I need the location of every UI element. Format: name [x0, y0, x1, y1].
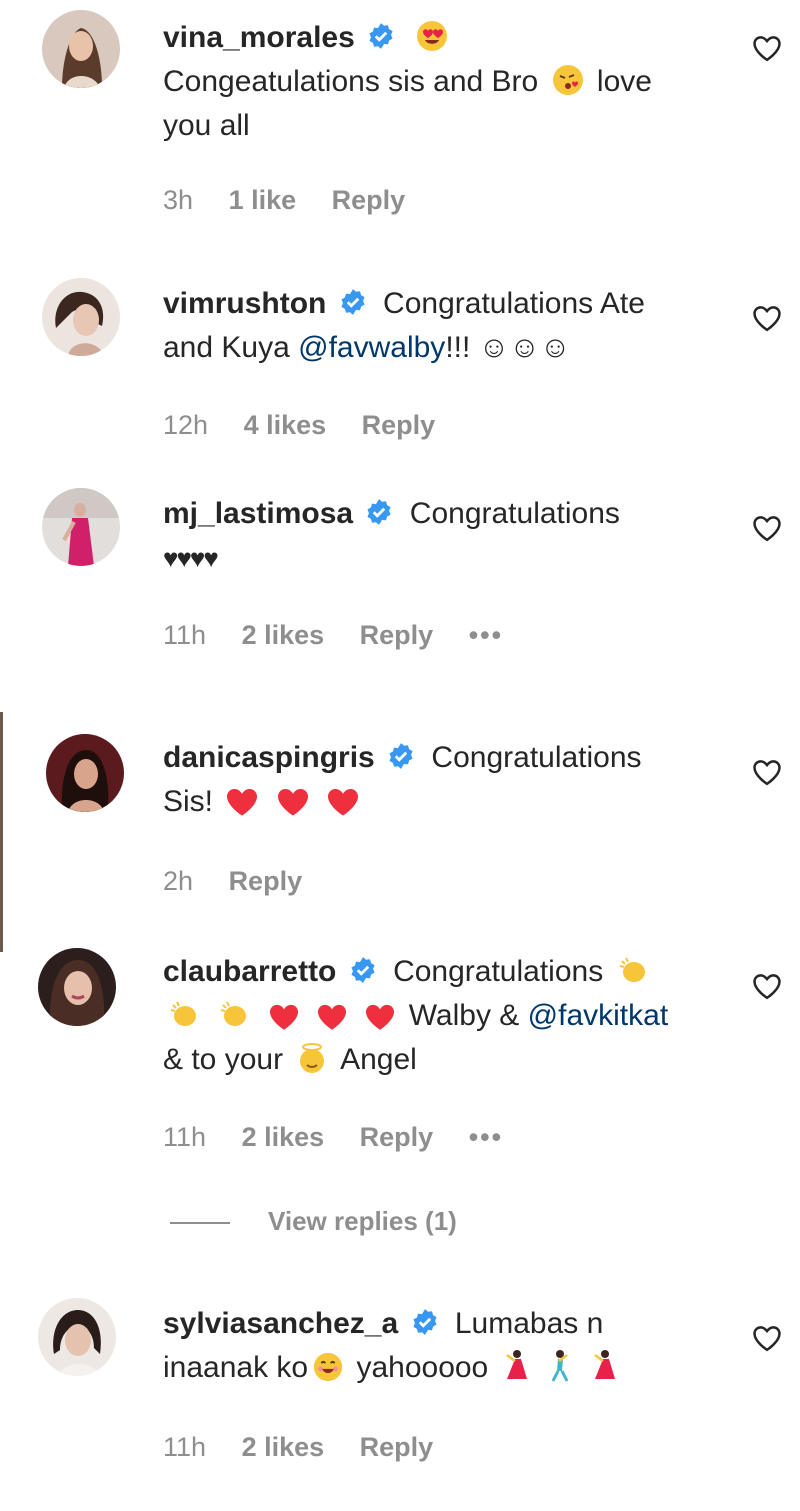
username[interactable]: vina_morales — [163, 21, 355, 54]
comment-text: Sis! — [163, 785, 214, 818]
black-hearts-text: ♥♥♥♥ — [163, 543, 219, 573]
clapping-hands-emoji-icon — [616, 953, 650, 987]
view-replies-label[interactable]: View replies (1) — [268, 1206, 457, 1236]
verified-badge-icon — [351, 957, 375, 983]
like-heart-icon[interactable] — [752, 304, 782, 332]
comment-text: inaanak ko — [163, 1351, 309, 1384]
comment-time[interactable]: 2h — [163, 866, 193, 896]
like-heart-icon[interactable] — [752, 972, 782, 1000]
username[interactable]: sylviasanchez_a — [163, 1307, 398, 1340]
username[interactable]: mj_lastimosa — [163, 497, 353, 530]
likes-count[interactable]: 2 likes — [242, 1432, 325, 1462]
comment-time[interactable]: 11h — [163, 1122, 206, 1152]
comment-text: Lumabas n — [454, 1307, 604, 1340]
mention-link[interactable]: @favkitkat — [528, 999, 669, 1032]
reply-button[interactable]: Reply — [362, 410, 436, 440]
verified-badge-icon — [389, 743, 413, 769]
verified-badge-icon — [412, 1309, 437, 1335]
comment-text: love — [596, 65, 652, 98]
like-heart-icon[interactable] — [752, 34, 782, 62]
comment-time[interactable]: 11h — [163, 1432, 206, 1462]
dancing-woman-emoji-icon — [501, 1349, 531, 1383]
comment-time[interactable]: 12h — [163, 410, 208, 440]
reply-button[interactable]: Reply — [360, 1432, 434, 1462]
avatar[interactable] — [38, 948, 116, 1026]
mention-link[interactable]: @favwalby — [298, 331, 445, 364]
view-replies-button[interactable]: View replies (1) — [170, 1206, 457, 1237]
view-replies-divider — [170, 1222, 230, 1225]
comment-text: !!! ☺☺☺ — [445, 331, 571, 364]
avatar[interactable] — [38, 1298, 116, 1376]
clapping-hands-emoji-icon — [217, 997, 251, 1031]
clapping-hands-emoji-icon — [167, 997, 201, 1031]
heart-eyes-emoji-icon — [415, 19, 449, 53]
comment-text: Congeatulations sis and Bro — [163, 65, 539, 98]
comment-time[interactable]: 11h — [163, 620, 206, 650]
likes-count[interactable]: 1 like — [229, 185, 297, 215]
reply-button[interactable]: Reply — [360, 620, 434, 650]
red-heart-emoji-icon — [276, 787, 310, 817]
reply-button[interactable]: Reply — [360, 1122, 434, 1152]
username[interactable]: claubarretto — [163, 955, 336, 988]
verified-badge-icon — [369, 23, 393, 49]
red-heart-emoji-icon — [326, 787, 360, 817]
dancing-man-emoji-icon — [547, 1349, 573, 1383]
username[interactable]: danicaspingris — [163, 741, 375, 774]
comment-text: yahooooo — [356, 1351, 489, 1384]
avatar[interactable] — [42, 278, 120, 356]
like-heart-icon[interactable] — [752, 514, 782, 542]
reply-button[interactable]: Reply — [332, 185, 406, 215]
kissing-face-emoji-icon — [551, 63, 585, 97]
comment-text: and Kuya — [163, 331, 290, 364]
more-options-button[interactable]: ••• — [469, 620, 503, 650]
red-heart-emoji-icon — [316, 1003, 348, 1031]
red-heart-emoji-icon — [225, 787, 259, 817]
comment-text: Congratulations — [393, 955, 604, 988]
baby-angel-emoji-icon — [295, 1041, 329, 1075]
red-heart-emoji-icon — [268, 1003, 300, 1031]
comment-text: Congratulations — [431, 741, 642, 774]
likes-count[interactable]: 2 likes — [242, 620, 325, 650]
avatar[interactable] — [42, 10, 120, 88]
like-heart-icon[interactable] — [752, 1324, 782, 1352]
smiling-face-emoji-icon — [312, 1351, 344, 1383]
likes-count[interactable]: 2 likes — [242, 1122, 325, 1152]
like-heart-icon[interactable] — [752, 758, 782, 786]
comment-text: you all — [163, 109, 250, 142]
comment-text: Angel — [340, 1043, 417, 1076]
reply-button[interactable]: Reply — [229, 866, 303, 896]
username[interactable]: vimrushton — [163, 287, 326, 320]
left-edge-bar — [0, 712, 3, 952]
avatar[interactable] — [42, 488, 120, 566]
more-options-button[interactable]: ••• — [469, 1122, 503, 1152]
comment-time[interactable]: 3h — [163, 185, 193, 215]
comment-text: Congratulations Ate — [383, 287, 645, 320]
comment-text: & to your — [163, 1043, 284, 1076]
likes-count[interactable]: 4 likes — [244, 410, 327, 440]
avatar[interactable] — [46, 734, 124, 812]
comment-text: Congratulations — [409, 497, 620, 530]
verified-badge-icon — [367, 499, 391, 525]
dancing-woman-emoji-icon — [589, 1349, 619, 1383]
comment-text: Walby & — [408, 999, 520, 1032]
red-heart-emoji-icon — [364, 1003, 396, 1031]
verified-badge-icon — [341, 289, 365, 315]
